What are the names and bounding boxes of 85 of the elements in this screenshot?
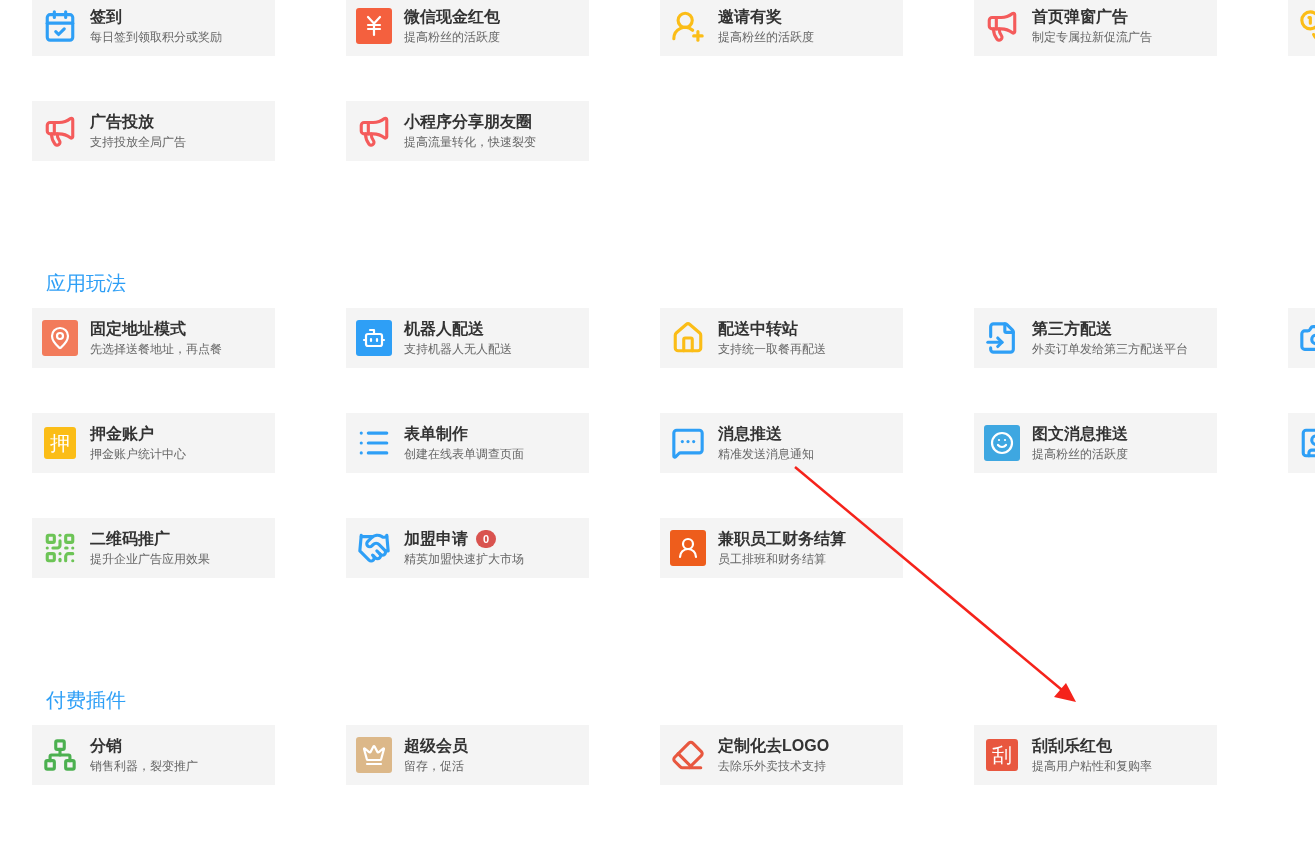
card-title: 小程序分享朋友圈 xyxy=(404,112,532,132)
feature-card[interactable]: 二维码推广 提升企业广告应用效果 xyxy=(32,518,275,578)
user-plus-icon xyxy=(671,9,705,43)
robot-icon xyxy=(356,320,392,356)
card-description: 去除乐外卖技术支持 xyxy=(718,758,827,775)
feature-card[interactable]: 微信现金红包 提高粉丝的活跃度 xyxy=(346,0,589,56)
feature-card[interactable]: 机器人配送 支持机器人无人配送 xyxy=(346,308,589,368)
feature-card[interactable]: 分销 销售利器，裂变推广 xyxy=(32,725,275,785)
feature-card[interactable]: 刮 刮刮乐红包 提高用户粘性和复购率 xyxy=(974,725,1217,785)
card-description: 支持机器人无人配送 xyxy=(404,341,512,358)
house-icon xyxy=(671,321,705,355)
card-description: 销售利器，裂变推广 xyxy=(90,758,198,775)
calendar-check-icon xyxy=(43,9,77,43)
card-title: 分销 xyxy=(90,736,122,756)
megaphone-icon xyxy=(357,114,391,148)
card-title: 固定地址模式 xyxy=(90,319,186,339)
card-description: 支持投放全局广告 xyxy=(90,134,186,151)
card-title: 加盟申请 xyxy=(404,529,468,549)
card-title: 机器人配送 xyxy=(404,319,484,339)
card-title: 首页弹窗广告 xyxy=(1032,7,1128,27)
card-description: 创建在线表单调查页面 xyxy=(404,446,524,463)
feature-card[interactable]: 加盟申请 0 精英加盟快速扩大市场 xyxy=(346,518,589,578)
card-description: 制定专属拉新促流广告 xyxy=(1032,29,1152,46)
card-title: 二维码推广 xyxy=(90,529,170,549)
count-badge: 0 xyxy=(476,530,496,548)
card-title: 刮刮乐红包 xyxy=(1032,736,1112,756)
feature-card[interactable]: 第三方配送 外卖订单发给第三方配送平台 xyxy=(974,308,1217,368)
feature-card[interactable]: 兼职员工财务结算 员工排班和财务结算 xyxy=(660,518,903,578)
feature-card[interactable]: 广告投放 支持投放全局广告 xyxy=(32,101,275,161)
card-description: 留存，促活 xyxy=(404,758,465,775)
feature-card[interactable]: 邀请有奖 提高粉丝的活跃度 xyxy=(660,0,903,56)
org-chart-icon xyxy=(43,738,77,772)
feature-card[interactable]: 定制化去LOGO 去除乐外卖技术支持 xyxy=(660,725,903,785)
map-pin-icon xyxy=(42,320,78,356)
crown-icon xyxy=(356,737,392,773)
chat-bubble-icon xyxy=(671,426,705,460)
envelope-icon xyxy=(356,8,392,44)
section-title: 应用玩法 xyxy=(46,271,126,295)
feature-card[interactable]: 签到 每日签到领取积分或奖励 xyxy=(32,0,275,56)
card-title: 邀请有奖 xyxy=(718,7,782,27)
megaphone-icon xyxy=(985,9,1019,43)
card-description: 每日签到领取积分或奖励 xyxy=(90,29,222,46)
character-icon: 押 xyxy=(44,427,76,459)
card-description: 提高粉丝的活跃度 xyxy=(404,29,500,46)
card-title: 签到 xyxy=(90,7,122,27)
smile-icon xyxy=(984,425,1020,461)
card-title: 兼职员工财务结算 xyxy=(718,529,846,549)
eraser-icon xyxy=(671,738,705,772)
card-title: 定制化去LOGO xyxy=(718,736,830,756)
card-description: 精准发送消息通知 xyxy=(718,446,814,463)
card-title: 表单制作 xyxy=(404,424,468,444)
feature-card[interactable]: 超级会员 留存，促活 xyxy=(346,725,589,785)
feature-card[interactable]: 表单制作 创建在线表单调查页面 xyxy=(346,413,589,473)
card-description: 先选择送餐地址，再点餐 xyxy=(90,341,222,358)
qr-code-icon xyxy=(43,531,77,565)
card-description: 精英加盟快速扩大市场 xyxy=(404,551,524,568)
card-description: 提高粉丝的活跃度 xyxy=(1032,446,1128,463)
card-description: 押金账户统计中心 xyxy=(90,446,186,463)
feature-card[interactable]: 图文消息推送 提高粉丝的活跃度 xyxy=(974,413,1217,473)
card-description: 提升企业广告应用效果 xyxy=(90,551,210,568)
card-title: 押金账户 xyxy=(90,424,154,444)
card-description: 提高用户粘性和复购率 xyxy=(1032,758,1152,775)
section-title: 付费插件 xyxy=(46,688,126,712)
card-title: 消息推送 xyxy=(718,424,782,444)
feature-card[interactable]: 小程序分享朋友圈 提高流量转化，快速裂变 xyxy=(346,101,589,161)
card-title: 配送中转站 xyxy=(718,319,798,339)
feature-card[interactable]: 配送中转站 支持统一取餐再配送 xyxy=(660,308,903,368)
card-title: 超级会员 xyxy=(404,736,468,756)
handshake-icon xyxy=(357,531,391,565)
card-description: 支持统一取餐再配送 xyxy=(718,341,826,358)
feature-card[interactable]: 首页弹窗广告 制定专属拉新促流广告 xyxy=(974,0,1217,56)
card-description: 提高流量转化，快速裂变 xyxy=(404,134,536,151)
card-description: 外卖订单发给第三方配送平台 xyxy=(1032,341,1188,358)
feature-card[interactable]: 消息推送 精准发送消息通知 xyxy=(660,413,903,473)
card-description: 员工排班和财务结算 xyxy=(718,551,827,568)
card-title: 广告投放 xyxy=(90,112,154,132)
card-title: 第三方配送 xyxy=(1032,319,1112,339)
feature-card[interactable]: 固定地址模式 先选择送餐地址，再点餐 xyxy=(32,308,275,368)
feature-card[interactable]: 押 押金账户 押金账户统计中心 xyxy=(32,413,275,473)
card-title: 微信现金红包 xyxy=(404,7,500,27)
card-title: 图文消息推送 xyxy=(1032,424,1128,444)
card-description: 提高粉丝的活跃度 xyxy=(718,29,814,46)
megaphone-icon xyxy=(43,114,77,148)
character-icon: 刮 xyxy=(986,739,1018,771)
user-payment-icon xyxy=(670,530,706,566)
